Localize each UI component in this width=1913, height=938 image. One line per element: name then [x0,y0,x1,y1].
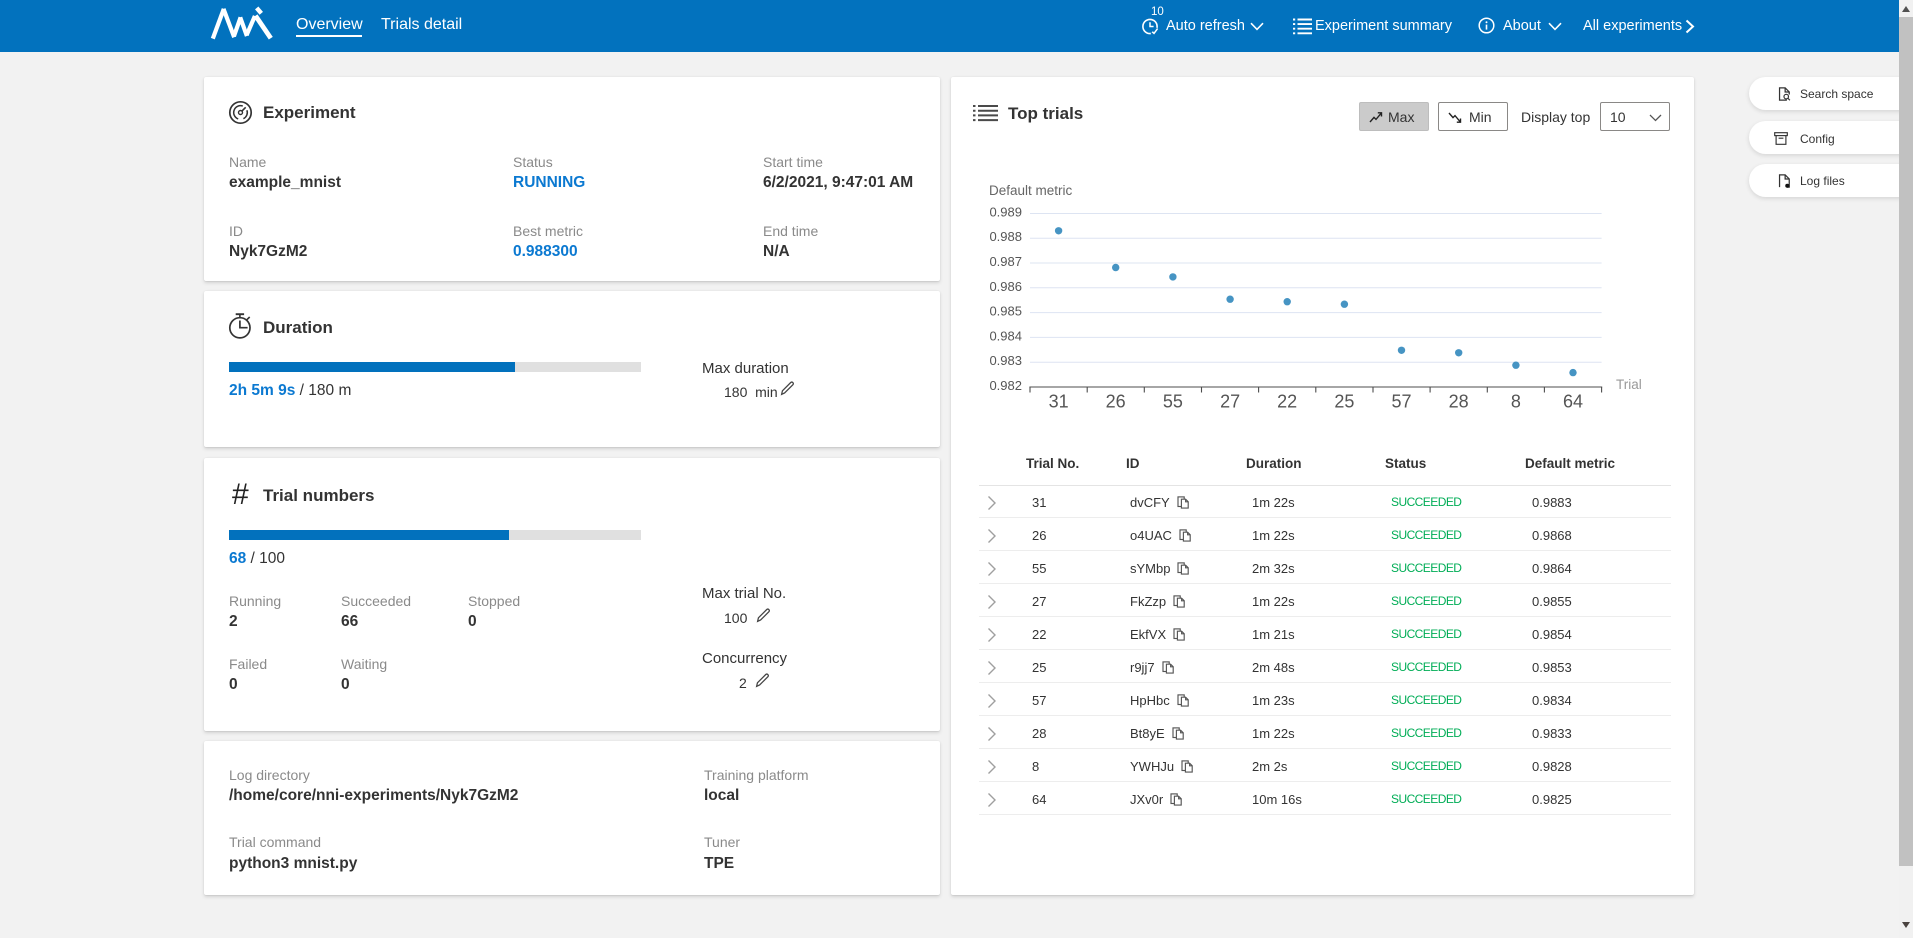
svg-text:26: 26 [1106,392,1126,412]
svg-text:57: 57 [1391,392,1411,412]
svg-text:8: 8 [1511,392,1521,412]
svg-text:55: 55 [1163,392,1183,412]
svg-text:0.988: 0.988 [989,229,1022,244]
svg-text:27: 27 [1220,392,1240,412]
svg-text:25: 25 [1334,392,1354,412]
svg-text:0.989: 0.989 [989,205,1022,220]
svg-text:0.987: 0.987 [989,254,1022,269]
svg-text:Default metric: Default metric [989,183,1073,198]
svg-text:0.985: 0.985 [989,304,1022,319]
svg-text:31: 31 [1049,392,1069,412]
svg-text:22: 22 [1277,392,1297,412]
svg-text:0.986: 0.986 [989,279,1022,294]
svg-text:0.984: 0.984 [989,328,1022,343]
svg-text:64: 64 [1563,392,1583,412]
svg-text:28: 28 [1449,392,1469,412]
svg-text:0.983: 0.983 [989,353,1022,368]
svg-text:Trial: Trial [1616,377,1642,392]
svg-text:0.982: 0.982 [989,378,1022,393]
